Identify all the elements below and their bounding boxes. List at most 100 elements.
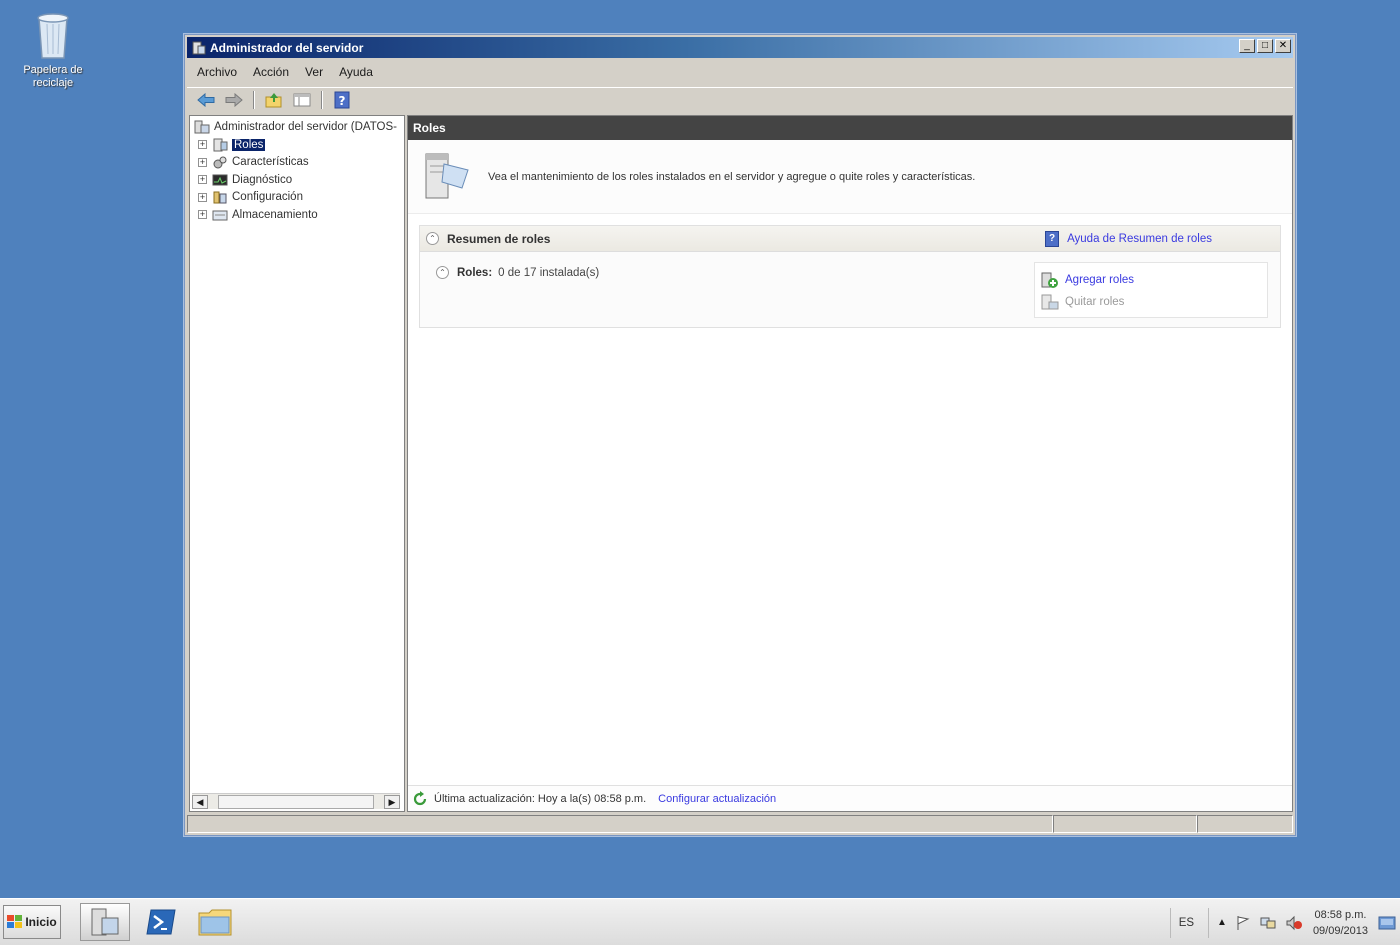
scroll-right-arrow-icon[interactable]: ▶	[384, 794, 400, 809]
forward-arrow-icon	[225, 92, 243, 107]
taskbar: Inicio ES ▲ 08:58 p.m. 09/09/2013	[0, 898, 1400, 945]
volume-muted-icon[interactable]	[1285, 915, 1303, 931]
show-hide-tree-button[interactable]	[291, 90, 313, 110]
recycle-bin-icon	[37, 13, 69, 59]
forward-button[interactable]	[223, 90, 245, 110]
tree-item-diagnostico[interactable]: + Diagnóstico	[190, 171, 404, 189]
up-folder-icon	[265, 92, 282, 107]
refresh-status-bar: Última actualización: Hoy a la(s) 08:58 …	[408, 785, 1292, 811]
roles-summary-header: ⌃ Resumen de roles ? Ayuda de Resumen de…	[420, 226, 1280, 252]
server-manager-icon	[194, 120, 210, 134]
tree-item-almacenamiento[interactable]: + Almacenamiento	[190, 206, 404, 224]
status-cell-3	[1197, 815, 1293, 833]
remove-roles-label: Quitar roles	[1065, 296, 1125, 308]
tree-item-label: Configuración	[232, 191, 303, 204]
svg-text:?: ?	[339, 94, 346, 108]
collapse-roles-button[interactable]: ⌃	[436, 266, 449, 279]
windows-logo-icon	[7, 915, 23, 928]
roles-count-row: ⌃ Roles: 0 de 17 instalada(s)	[436, 266, 599, 279]
window-status-bar	[187, 815, 1293, 833]
roles-icon	[213, 138, 228, 152]
clock[interactable]: 08:58 p.m. 09/09/2013	[1313, 907, 1368, 939]
tree-item-label: Almacenamiento	[232, 208, 318, 221]
start-label: Inicio	[25, 915, 57, 929]
minimize-button[interactable]: _	[1239, 39, 1255, 53]
roles-summary-section: ⌃ Resumen de roles ? Ayuda de Resumen de…	[419, 225, 1281, 328]
powershell-icon	[146, 909, 176, 935]
expand-toggle[interactable]: +	[198, 192, 207, 202]
taskbar-explorer[interactable]	[190, 903, 240, 941]
server-manager-app-icon	[192, 41, 206, 54]
toolbar: ?	[187, 87, 1293, 111]
clock-date: 09/09/2013	[1312, 924, 1368, 937]
tree-root-item[interactable]: Administrador del servidor (DATOS-	[190, 118, 404, 136]
add-roles-icon	[1041, 272, 1058, 288]
details-pane: Roles Vea el mantenimiento de los roles …	[407, 115, 1293, 812]
menu-archivo[interactable]: Archivo	[197, 65, 237, 79]
help-icon: ?	[334, 91, 350, 108]
system-tray: ES ▲ 08:58 p.m. 09/09/2013	[1169, 899, 1400, 945]
tree-item-label: Diagnóstico	[232, 173, 293, 186]
features-icon	[213, 156, 227, 169]
help-icon: ?	[1045, 231, 1060, 247]
configure-refresh-link[interactable]: Configurar actualización	[658, 793, 776, 805]
menu-ver[interactable]: Ver	[305, 65, 323, 79]
menu-ayuda[interactable]: Ayuda	[339, 65, 373, 79]
expand-toggle[interactable]: +	[198, 140, 207, 150]
server-manager-window: Administrador del servidor _ □ ✕ Archivo…	[184, 34, 1296, 836]
show-desktop-icon[interactable]	[1378, 914, 1396, 932]
start-button[interactable]: Inicio	[3, 905, 61, 939]
status-cell-2	[1053, 815, 1197, 833]
remove-roles-icon	[1041, 294, 1059, 310]
roles-server-icon	[425, 153, 469, 198]
taskbar-server-manager[interactable]	[80, 903, 130, 941]
help-button[interactable]: ?	[331, 90, 353, 110]
remove-roles-link[interactable]: Quitar roles	[1041, 291, 1267, 313]
expand-toggle[interactable]: +	[198, 210, 207, 220]
description-text: Vea el mantenimiento de los roles instal…	[488, 170, 976, 183]
roles-label: Roles:	[457, 266, 493, 279]
tree-item-roles[interactable]: + Roles	[190, 136, 404, 154]
show-hidden-icons-icon[interactable]: ▲	[1217, 917, 1227, 928]
folder-icon	[198, 909, 232, 936]
language-indicator[interactable]: ES	[1169, 907, 1194, 938]
roles-summary-title: Resumen de roles	[447, 231, 551, 246]
window-title: Administrador del servidor	[210, 40, 364, 55]
diagnostics-icon	[212, 174, 228, 186]
add-roles-label: Agregar roles	[1065, 274, 1135, 286]
roles-actions-panel: Agregar roles Quitar roles	[1034, 262, 1268, 318]
tree-horizontal-scrollbar[interactable]: ◀ ▶	[192, 793, 400, 809]
roles-summary-help-link[interactable]: ? Ayuda de Resumen de roles	[1045, 231, 1212, 247]
tree-item-label: Características	[232, 156, 309, 169]
toolbar-separator	[321, 90, 323, 109]
status-cell-main	[187, 815, 1053, 833]
expand-toggle[interactable]: +	[198, 175, 207, 185]
close-button[interactable]: ✕	[1275, 39, 1291, 53]
notification-icons: ▲	[1208, 907, 1303, 938]
configuration-icon	[213, 191, 227, 204]
server-manager-task-icon	[91, 908, 119, 936]
back-button[interactable]	[195, 90, 217, 110]
roles-installed-count: 0 de 17 instalada(s)	[498, 266, 600, 279]
action-center-flag-icon[interactable]	[1235, 915, 1251, 931]
scroll-left-arrow-icon[interactable]: ◀	[192, 794, 208, 809]
show-hide-console-tree-icon	[293, 93, 311, 106]
toolbar-separator	[253, 90, 255, 109]
last-update-text: Última actualización: Hoy a la(s) 08:58 …	[434, 792, 647, 805]
maximize-button[interactable]: □	[1257, 39, 1273, 53]
expand-toggle[interactable]: +	[198, 157, 207, 167]
menu-accion[interactable]: Acción	[253, 65, 289, 79]
collapse-summary-button[interactable]: ⌃	[426, 232, 439, 245]
title-bar[interactable]: Administrador del servidor _ □ ✕	[187, 37, 1293, 58]
recycle-bin-desktop-icon[interactable]: Papelera de reciclaje	[14, 8, 92, 90]
pane-header: Roles	[408, 116, 1292, 140]
tree-item-caracteristicas[interactable]: + Características	[190, 154, 404, 172]
up-one-level-button[interactable]	[263, 90, 285, 110]
network-icon[interactable]	[1259, 915, 1277, 931]
taskbar-powershell[interactable]	[136, 903, 186, 941]
scroll-thumb[interactable]	[218, 794, 374, 809]
recycle-bin-label: Papelera de reciclaje	[23, 64, 83, 89]
add-roles-link[interactable]: Agregar roles	[1041, 269, 1267, 291]
back-arrow-icon	[197, 92, 215, 107]
tree-item-configuracion[interactable]: + Configuración	[190, 189, 404, 207]
